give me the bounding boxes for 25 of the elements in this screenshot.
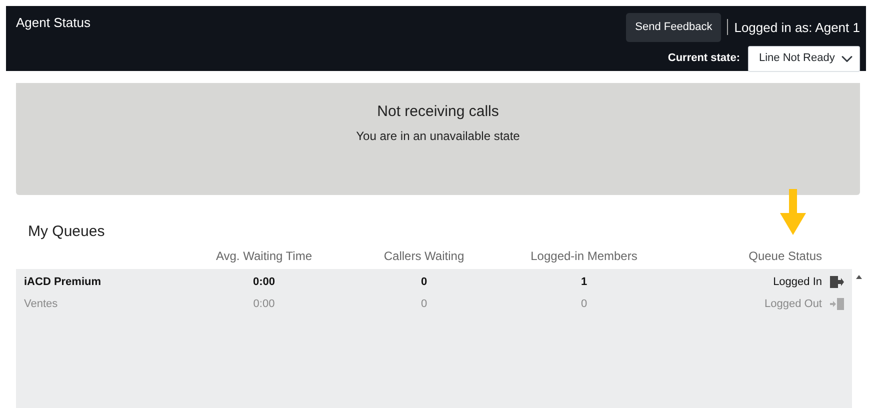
- logout-icon[interactable]: [830, 276, 844, 288]
- table-cell: 0: [580, 298, 588, 310]
- table-cell: 0: [420, 298, 428, 310]
- table-cell: 0:00: [252, 276, 276, 288]
- queue-status: Logged In: [773, 276, 822, 288]
- banner-title: Not receiving calls: [376, 102, 500, 122]
- banner-subtitle: You are in an unavailable state: [355, 128, 521, 144]
- section-title: My Queues: [27, 222, 105, 242]
- table-cell: Ventes: [24, 298, 58, 310]
- column-header: Queue Status: [748, 249, 822, 263]
- send-feedback-button[interactable]: Send Feedback: [626, 13, 722, 42]
- column-header: Logged-in Members: [530, 248, 638, 265]
- table-cell: 0:00: [253, 298, 275, 310]
- state-dropdown[interactable]: Line Not Ready: [748, 46, 860, 72]
- column-header: Callers Waiting: [382, 248, 466, 265]
- arrow-annotation-icon: [780, 189, 806, 235]
- table-cell: iACD Premium: [24, 276, 102, 288]
- logged-in-label: Logged in as: Agent 1: [734, 18, 860, 37]
- queue-status: Logged Out: [764, 298, 822, 310]
- state-label: Current state:: [668, 51, 740, 66]
- table-cell: 1: [580, 276, 588, 288]
- scroll-up-icon[interactable]: [856, 275, 862, 279]
- column-header: Avg. Waiting Time: [214, 248, 314, 265]
- page-title: Agent Status: [16, 14, 90, 32]
- table-cell: 0: [420, 276, 428, 288]
